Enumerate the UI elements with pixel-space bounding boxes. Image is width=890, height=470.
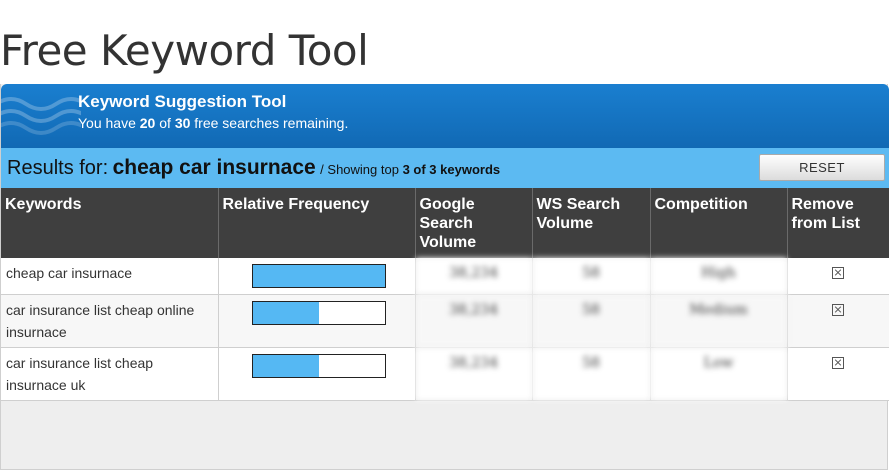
frequency-cell bbox=[218, 347, 416, 401]
column-header-remove: Remove from List bbox=[787, 188, 889, 258]
keyword-cell: car insurance list cheap insurnace uk bbox=[1, 347, 219, 401]
close-box-icon[interactable] bbox=[832, 267, 845, 279]
searches-used: 20 bbox=[139, 115, 156, 131]
keyword-cell: cheap car insurnace bbox=[1, 258, 219, 295]
results-bar: Results for: cheap car insurnace / Showi… bbox=[1, 148, 889, 188]
competition-cell: Medium bbox=[650, 294, 788, 348]
keyword-cell: car insurance list cheap online insurnac… bbox=[1, 294, 219, 348]
google-volume-cell: 38,234 bbox=[415, 258, 533, 295]
table-row: cheap car insurnace 38,234 58 High bbox=[1, 258, 889, 295]
frequency-bar bbox=[251, 264, 386, 288]
frequency-bar-fill bbox=[252, 301, 319, 324]
frequency-bar-fill bbox=[252, 265, 385, 287]
competition-cell: High bbox=[650, 258, 788, 295]
remove-cell bbox=[787, 347, 889, 401]
ws-volume-cell: 58 bbox=[532, 347, 651, 401]
page-title: Free Keyword Tool bbox=[0, 26, 369, 75]
frequency-cell bbox=[218, 258, 416, 295]
table-row: car insurance list cheap insurnace uk 38… bbox=[1, 347, 889, 401]
column-header-keywords[interactable]: Keywords bbox=[1, 188, 219, 258]
close-box-icon[interactable] bbox=[832, 303, 845, 316]
table-header-row: Keywords Relative Frequency Google Searc… bbox=[1, 188, 889, 258]
remove-cell bbox=[787, 294, 889, 348]
table-row: car insurance list cheap online insurnac… bbox=[1, 294, 889, 348]
keyword-tool-panel: Keyword Suggestion Tool You have 20 of 3… bbox=[0, 84, 889, 470]
tool-title: Keyword Suggestion Tool bbox=[78, 92, 287, 111]
competition-cell: Low bbox=[650, 347, 788, 401]
close-box-icon[interactable] bbox=[832, 356, 845, 369]
results-query: cheap car insurnace bbox=[112, 156, 316, 179]
column-header-ws-volume[interactable]: WS Search Volume bbox=[532, 188, 651, 258]
frequency-bar bbox=[251, 300, 386, 325]
ws-volume-cell: 58 bbox=[532, 294, 651, 348]
remove-cell bbox=[787, 258, 889, 295]
searches-total: 30 bbox=[174, 115, 191, 131]
column-header-frequency[interactable]: Relative Frequency bbox=[218, 188, 416, 258]
tool-header: Keyword Suggestion Tool You have 20 of 3… bbox=[1, 84, 889, 148]
keyword-results-table: Keywords Relative Frequency Google Searc… bbox=[1, 188, 889, 401]
column-header-competition[interactable]: Competition bbox=[650, 188, 788, 258]
searches-remaining: You have 20 of 30 free searches remainin… bbox=[78, 115, 349, 131]
results-label: Results for: bbox=[7, 157, 109, 179]
results-summary: Results for: cheap car insurnace / Showi… bbox=[7, 156, 500, 180]
reset-button[interactable]: RESET bbox=[759, 154, 885, 181]
frequency-bar-fill bbox=[252, 354, 319, 377]
frequency-cell bbox=[218, 294, 416, 348]
frequency-bar bbox=[251, 353, 386, 378]
column-header-google-volume[interactable]: Google Search Volume bbox=[415, 188, 533, 258]
waves-logo-icon bbox=[1, 97, 81, 135]
google-volume-cell: 38,234 bbox=[415, 347, 533, 401]
ws-volume-cell: 58 bbox=[532, 258, 651, 295]
google-volume-cell: 38,234 bbox=[415, 294, 533, 348]
results-showing: / Showing top 3 of 3 keywords bbox=[320, 162, 501, 177]
